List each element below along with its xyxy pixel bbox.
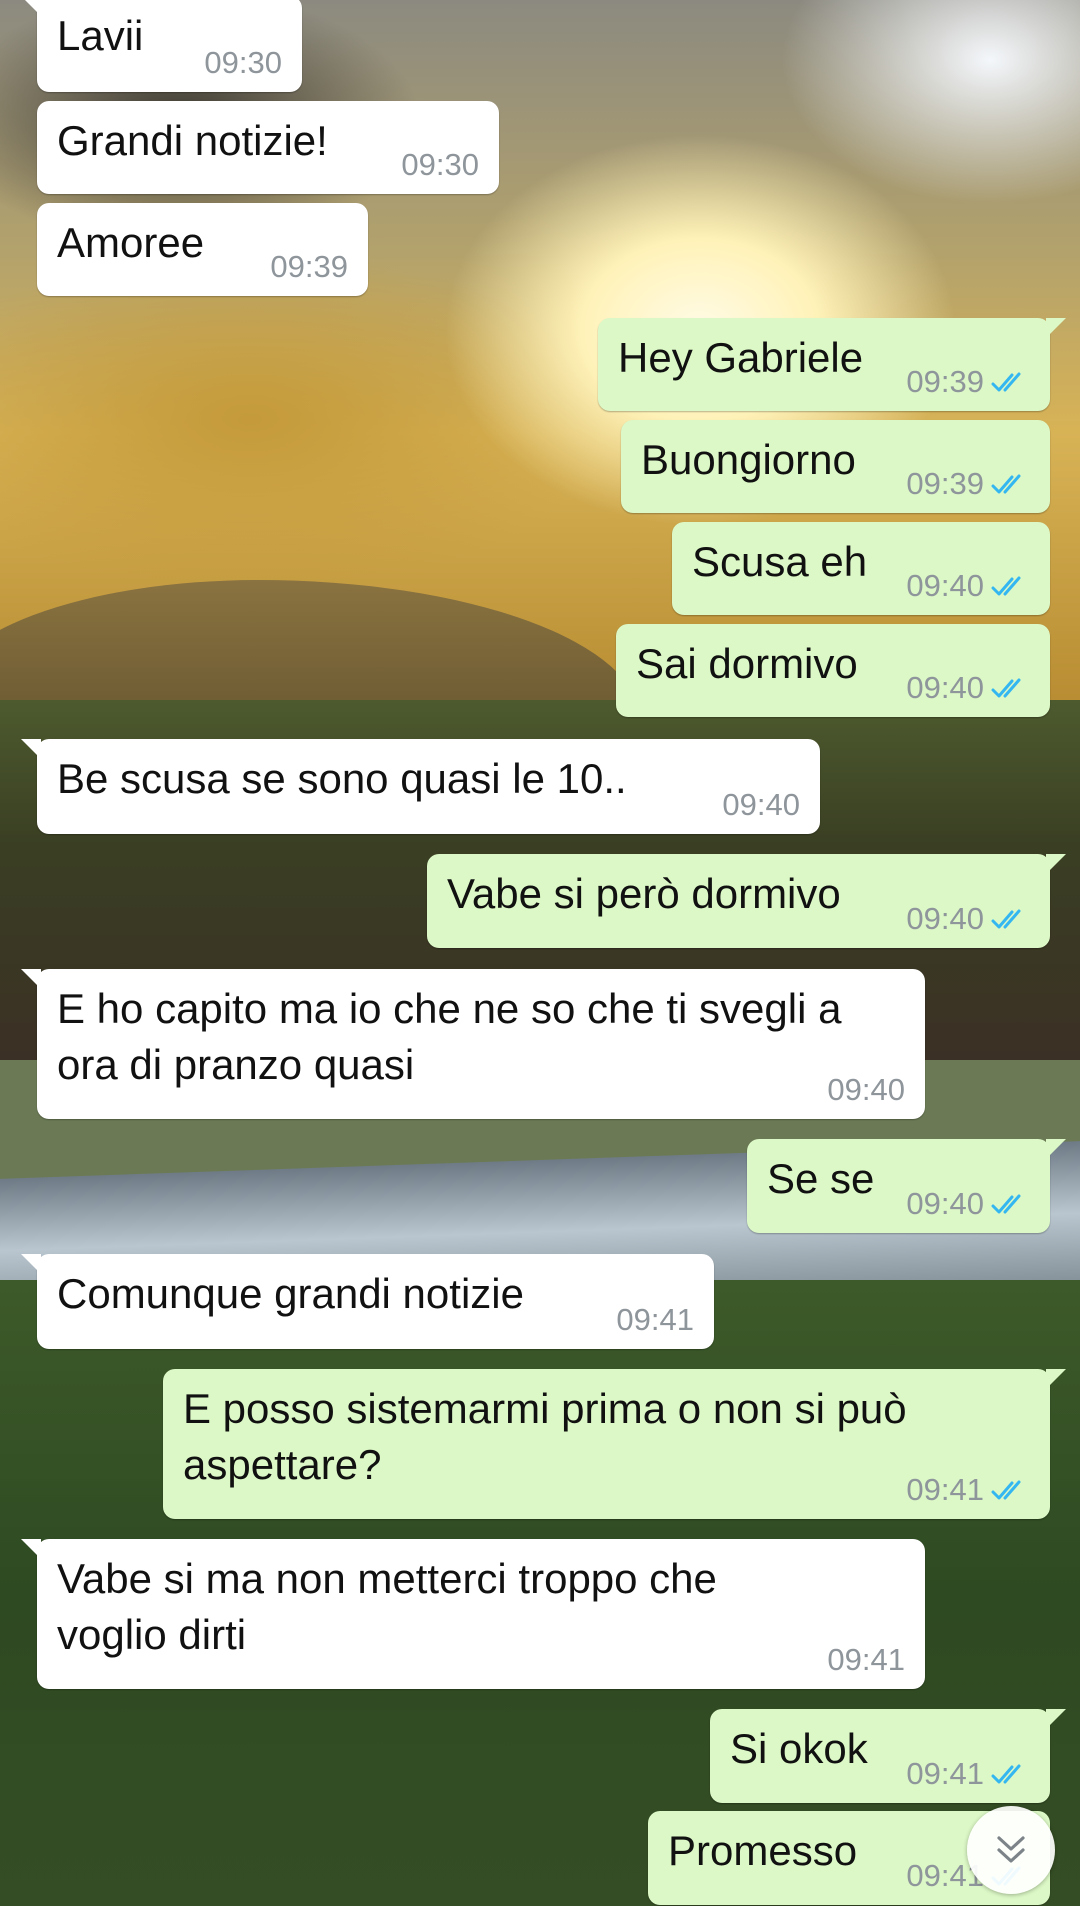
message-text-line: E posso sistemarmi prima o non si può: [183, 1385, 907, 1432]
message-time: 09:40: [906, 670, 984, 705]
message-bubble-incoming[interactable]: Be scusa se sono quasi le 10.. 09:40: [21, 739, 820, 834]
message-bubble-incoming[interactable]: Vabe si ma non metterci troppo che vogli…: [21, 1539, 925, 1689]
message-meta: 09:30: [401, 145, 479, 185]
message-text-line: aspettare?: [183, 1441, 382, 1488]
message-bubble-outgoing[interactable]: Hey Gabriele 09:39: [598, 318, 1066, 411]
read-receipt-icon: [991, 678, 1021, 698]
message-meta: 09:41: [827, 1640, 905, 1680]
message-bubble-incoming[interactable]: Comunque grandi notizie 09:41: [21, 1254, 714, 1349]
message-bubble-outgoing[interactable]: Sai dormivo 09:40: [616, 624, 1050, 717]
message-bubble-outgoing[interactable]: Buongiorno 09:39: [621, 420, 1050, 513]
message-meta: 09:39: [906, 362, 1030, 402]
message-meta: 09:39: [270, 247, 348, 287]
message-bubble-outgoing[interactable]: Si okok 09:41: [710, 1709, 1066, 1803]
message-meta: 09:41: [616, 1300, 694, 1340]
read-receipt-icon: [991, 1764, 1021, 1784]
message-list[interactable]: Lavii 09:30 Grandi notizie! 09:30 Amoree…: [0, 0, 1080, 1906]
message-text-line: E ho capito ma io che ne so che ti svegl…: [57, 985, 842, 1032]
message-meta: 09:41: [906, 1470, 1030, 1510]
message-bubble-outgoing[interactable]: Se se 09:40: [747, 1139, 1066, 1233]
message-bubble-outgoing[interactable]: Vabe si però dormivo 09:40: [427, 854, 1066, 948]
message-meta: 09:39: [906, 464, 1030, 504]
message-time: 09:39: [270, 249, 348, 284]
message-bubble-incoming[interactable]: E ho capito ma io che ne so che ti svegl…: [21, 969, 925, 1119]
message-meta: 09:30: [204, 43, 282, 83]
message-time: 09:41: [616, 1302, 694, 1337]
scroll-to-bottom-button[interactable]: [967, 1806, 1055, 1894]
message-time: 09:30: [401, 147, 479, 182]
message-text-line: ora di pranzo quasi: [57, 1041, 415, 1088]
message-time: 09:40: [906, 568, 984, 603]
read-receipt-icon: [991, 372, 1021, 392]
message-bubble-outgoing[interactable]: Scusa eh 09:40: [672, 522, 1050, 615]
read-receipt-icon: [991, 576, 1021, 596]
message-meta: 09:40: [906, 1184, 1030, 1224]
message-time: 09:40: [827, 1072, 905, 1107]
message-bubble-incoming[interactable]: Amoree 09:39: [37, 203, 368, 296]
message-time: 09:30: [204, 45, 282, 80]
message-bubble-outgoing[interactable]: E posso sistemarmi prima o non si può as…: [163, 1369, 1066, 1519]
message-time: 09:40: [906, 1186, 984, 1221]
read-receipt-icon: [991, 909, 1021, 929]
read-receipt-icon: [991, 1480, 1021, 1500]
read-receipt-icon: [991, 474, 1021, 494]
message-text-line: Vabe si ma non metterci troppo che: [57, 1555, 717, 1602]
message-time: 09:41: [906, 1472, 984, 1507]
message-meta: 09:40: [906, 566, 1030, 606]
message-meta: 09:41: [906, 1754, 1030, 1794]
message-bubble-incoming[interactable]: Grandi notizie! 09:30: [37, 101, 499, 194]
double-chevron-down-icon: [997, 1836, 1025, 1863]
message-text: Comunque grandi notizie: [57, 1270, 524, 1317]
message-time: 09:39: [906, 466, 984, 501]
message-time: 09:39: [906, 364, 984, 399]
read-receipt-icon: [991, 1194, 1021, 1214]
message-time: 09:41: [906, 1756, 984, 1791]
message-time: 09:40: [906, 901, 984, 936]
message-meta: 09:40: [906, 899, 1030, 939]
message-meta: 09:40: [722, 785, 800, 825]
message-bubble-incoming[interactable]: Lavii 09:30: [21, 0, 302, 92]
message-text: Be scusa se sono quasi le 10..: [57, 755, 627, 802]
message-meta: 09:40: [906, 668, 1030, 708]
message-time: 09:40: [722, 787, 800, 822]
message-time: 09:41: [827, 1642, 905, 1677]
message-text-line: voglio dirti: [57, 1611, 247, 1658]
message-meta: 09:40: [827, 1070, 905, 1110]
